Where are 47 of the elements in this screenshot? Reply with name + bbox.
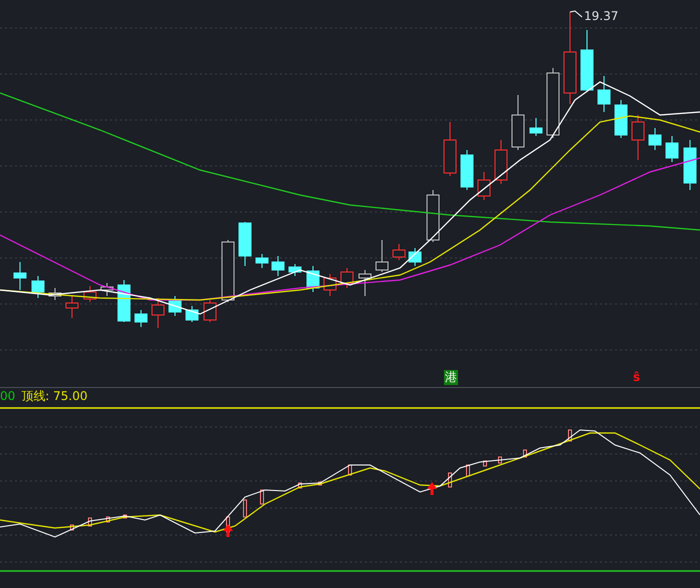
candlestick	[118, 280, 130, 322]
candlestick	[238, 222, 252, 266]
candlestick	[494, 140, 508, 184]
high-price-label: 19.37	[584, 9, 618, 23]
up-arrow-icon	[223, 524, 233, 537]
leader-line	[570, 10, 582, 18]
candlestick	[84, 286, 96, 302]
candlestick	[256, 254, 268, 268]
candlestick	[204, 300, 216, 322]
candlestick	[32, 276, 44, 298]
candlestick	[100, 282, 114, 296]
indicator-value: 00	[0, 389, 16, 404]
candlestick	[632, 114, 644, 160]
candlestick	[324, 274, 336, 296]
candlestick	[168, 296, 182, 316]
candlestick	[222, 240, 234, 302]
candlestick	[460, 150, 474, 190]
candlestick	[666, 136, 678, 162]
up-arrow-icon	[427, 482, 437, 495]
candlestick	[426, 190, 440, 242]
candlestick	[392, 244, 406, 260]
candlestick	[478, 172, 490, 200]
candlestick	[444, 122, 456, 176]
candlestick	[48, 288, 62, 300]
candlestick	[306, 266, 320, 292]
candlestick	[340, 268, 354, 288]
candlestick	[358, 270, 372, 296]
candlestick	[580, 30, 594, 92]
candlestick	[512, 94, 524, 150]
signal-marker: ŝ	[632, 370, 642, 385]
candlestick	[648, 128, 662, 150]
indicator-value: 顶线: 75.00	[21, 389, 88, 404]
candlestick	[546, 68, 560, 138]
candlestick	[14, 262, 26, 290]
candlestick	[614, 100, 628, 138]
candlestick	[272, 256, 284, 276]
candlestick	[684, 140, 696, 190]
candlestick	[134, 310, 148, 328]
candlestick	[288, 264, 302, 276]
candlestick	[66, 296, 78, 318]
stock-tag: 港	[444, 370, 458, 385]
candlestick	[186, 306, 198, 322]
candlestick	[598, 76, 610, 112]
candlestick	[376, 240, 388, 272]
candlestick	[152, 298, 164, 328]
candlestick	[530, 118, 542, 136]
candlestick	[408, 248, 422, 266]
